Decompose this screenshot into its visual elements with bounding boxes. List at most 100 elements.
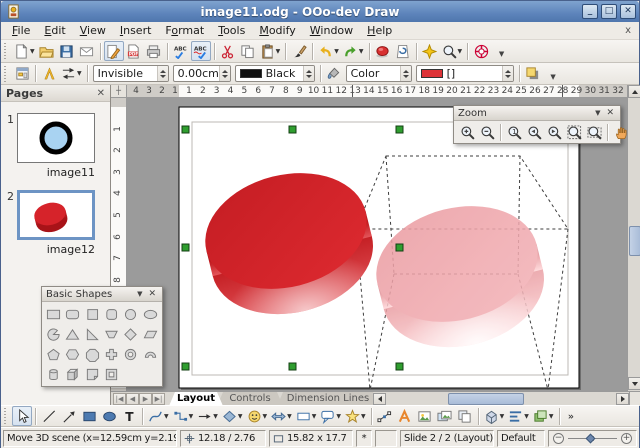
dropdown-arrow-icon[interactable]: ▼ bbox=[549, 413, 554, 420]
line-button[interactable] bbox=[39, 406, 59, 426]
basic-shapes-button[interactable]: ▼ bbox=[220, 406, 245, 426]
symbol-shapes-button[interactable]: ▼ bbox=[245, 406, 270, 426]
fill-color-select[interactable]: [] bbox=[416, 65, 514, 82]
selection-handle[interactable] bbox=[289, 363, 296, 370]
save-button[interactable] bbox=[57, 41, 77, 61]
menu-tools[interactable]: Tools bbox=[211, 23, 252, 38]
gallery-image-button[interactable] bbox=[435, 406, 455, 426]
zoom-previous-button[interactable] bbox=[524, 122, 544, 142]
toolbar-grip[interactable] bbox=[4, 43, 9, 59]
alignment-button[interactable]: ▼ bbox=[506, 406, 531, 426]
selection-handle[interactable] bbox=[396, 363, 403, 370]
text-button[interactable]: T bbox=[119, 406, 139, 426]
line-width-select[interactable]: 0.00cm bbox=[173, 65, 231, 82]
dropdown-arrow-icon[interactable]: ▼ bbox=[276, 48, 281, 55]
horizontal-ruler[interactable]: 4321123456789101112131415161718192021222… bbox=[127, 85, 627, 98]
menu-window[interactable]: Window bbox=[303, 23, 360, 38]
basic-shapes-titlebar[interactable]: Basic Shapes ▼ ✕ bbox=[42, 287, 162, 302]
dropdown-arrow-icon[interactable]: ▼ bbox=[263, 413, 268, 420]
page-thumbnail-image12[interactable]: 2 bbox=[1, 190, 110, 240]
chart-button[interactable] bbox=[373, 41, 393, 61]
select-button[interactable] bbox=[12, 406, 32, 426]
shape-rectangle-button[interactable] bbox=[44, 305, 63, 323]
line-color-select[interactable]: Black bbox=[235, 65, 315, 82]
zoom-100-button[interactable]: 1 bbox=[504, 122, 524, 142]
copy-button[interactable] bbox=[238, 41, 258, 61]
zoom-out-button[interactable] bbox=[477, 122, 497, 142]
shape-ellipse-button[interactable] bbox=[141, 305, 160, 323]
shape-trapezoid-button[interactable] bbox=[102, 325, 121, 343]
area-dialog-button[interactable] bbox=[324, 64, 344, 84]
first-layer-button[interactable]: |◀ bbox=[113, 393, 126, 405]
selection-handle[interactable] bbox=[182, 363, 189, 370]
shape-block-arc-button[interactable] bbox=[141, 345, 160, 363]
zoom-page-width-button[interactable] bbox=[584, 122, 604, 142]
arrow-style-button[interactable]: ▼ bbox=[59, 64, 84, 84]
print-button[interactable] bbox=[144, 41, 164, 61]
menu-modify[interactable]: Modify bbox=[252, 23, 302, 38]
shape-square-rounded-button[interactable] bbox=[102, 305, 121, 323]
shift-button[interactable] bbox=[611, 122, 631, 142]
scroll-right-button[interactable] bbox=[616, 393, 629, 405]
tab-layout[interactable]: Layout bbox=[169, 392, 223, 406]
menu-format[interactable]: Format bbox=[158, 23, 211, 38]
zoom-palette-titlebar[interactable]: Zoom ▼ ✕ bbox=[454, 106, 620, 121]
from-file-button[interactable] bbox=[415, 406, 435, 426]
shape-ring-button[interactable] bbox=[121, 345, 140, 363]
minimize-button[interactable]: _ bbox=[582, 4, 598, 19]
dropdown-arrow-icon[interactable]: ▼ bbox=[238, 413, 243, 420]
block-arrows-button[interactable]: ▼ bbox=[269, 406, 294, 426]
curve-button[interactable]: ▼ bbox=[146, 406, 171, 426]
flowcharts-button[interactable]: ▼ bbox=[294, 406, 319, 426]
selection-handle[interactable] bbox=[182, 244, 189, 251]
horizontal-scrollbar[interactable] bbox=[387, 393, 616, 405]
rectangle-button[interactable] bbox=[79, 406, 99, 426]
selection-handle[interactable] bbox=[396, 244, 403, 251]
new-document-button[interactable]: ▼ bbox=[12, 41, 37, 61]
undo-button[interactable]: ▼ bbox=[316, 41, 341, 61]
open-button[interactable] bbox=[37, 41, 57, 61]
shape-hexagon-button[interactable] bbox=[63, 345, 82, 363]
fill-type-spinner[interactable] bbox=[400, 66, 411, 81]
dropdown-arrow-icon[interactable]: ▼ bbox=[189, 413, 194, 420]
zoom-slider[interactable]: − + bbox=[548, 430, 637, 447]
last-layer-button[interactable]: ▶| bbox=[152, 393, 165, 405]
dropdown-arrow-icon[interactable]: ▼ bbox=[524, 413, 529, 420]
shape-folded-corner-button[interactable] bbox=[83, 365, 102, 383]
page-thumbnail-image11[interactable]: 1 bbox=[1, 113, 110, 163]
edit-file-button[interactable] bbox=[104, 41, 124, 61]
zoom-entire-page-button[interactable] bbox=[564, 122, 584, 142]
zoom-in-button[interactable] bbox=[457, 122, 477, 142]
dropdown-arrow-icon[interactable]: ▼ bbox=[359, 48, 364, 55]
more-button[interactable]: » bbox=[563, 406, 583, 426]
zoom-out-button[interactable]: − bbox=[553, 433, 564, 444]
paste-button[interactable]: ▼ bbox=[258, 41, 283, 61]
callouts-button[interactable]: ▼ bbox=[318, 406, 343, 426]
toolbar-options-button[interactable]: ▼ bbox=[547, 65, 560, 83]
maximize-button[interactable]: □ bbox=[601, 4, 617, 19]
previous-layer-button[interactable]: ◀ bbox=[126, 393, 139, 405]
dropdown-arrow-icon[interactable]: ▼ bbox=[213, 413, 218, 420]
selection-handle[interactable] bbox=[396, 126, 403, 133]
toolbar-grip[interactable] bbox=[4, 66, 9, 82]
page-thumbnail-box[interactable] bbox=[17, 113, 95, 163]
horizontal-scrollbar-thumb[interactable] bbox=[448, 393, 524, 405]
shape-circle-pie-button[interactable] bbox=[44, 325, 63, 343]
shape-cylinder-button[interactable] bbox=[44, 365, 63, 383]
cursor-position-field[interactable]: 12.18 / 2.76 bbox=[180, 430, 266, 447]
selection-handle[interactable] bbox=[289, 126, 296, 133]
basic-shapes-menu-icon[interactable]: ▼ bbox=[133, 290, 146, 298]
next-layer-button[interactable]: ▶ bbox=[139, 393, 152, 405]
dropdown-arrow-icon[interactable]: ▼ bbox=[312, 413, 317, 420]
auto-spellcheck-button[interactable]: ABC bbox=[191, 41, 211, 61]
dropdown-arrow-icon[interactable]: ▼ bbox=[500, 413, 505, 420]
zoom-button[interactable]: ▼ bbox=[440, 41, 465, 61]
shape-frame-button[interactable] bbox=[102, 365, 121, 383]
styles-and-formatting-button[interactable] bbox=[12, 64, 32, 84]
basic-shapes-close-icon[interactable]: ✕ bbox=[146, 289, 158, 299]
fontwork-button[interactable] bbox=[395, 406, 415, 426]
toolbar-grip[interactable] bbox=[4, 408, 9, 424]
line-dialog-button[interactable] bbox=[39, 64, 59, 84]
menu-insert[interactable]: Insert bbox=[113, 23, 159, 38]
dropdown-arrow-icon[interactable]: ▼ bbox=[30, 48, 35, 55]
